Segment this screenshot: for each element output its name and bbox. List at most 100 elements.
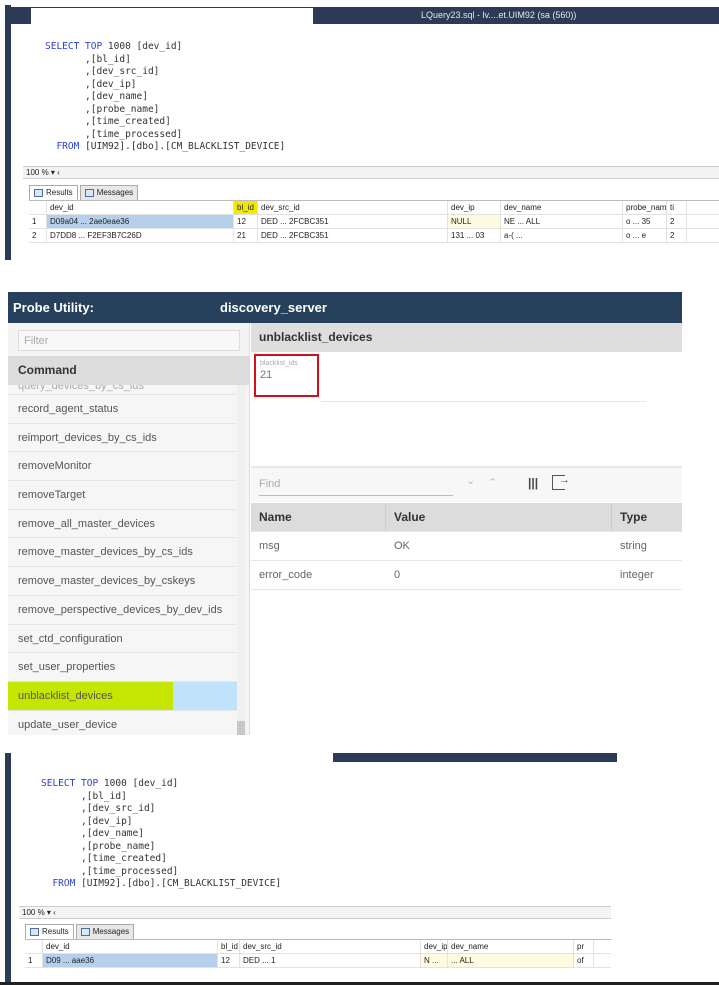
query-tab-title-bar bbox=[333, 753, 617, 762]
result-cell: 0 bbox=[394, 569, 401, 581]
table-row[interactable]: error_code 0 integer bbox=[251, 561, 682, 590]
column-header[interactable] bbox=[29, 201, 47, 214]
command-list: query_devices_by_cs_ids record_agent_stat… bbox=[8, 385, 238, 735]
zoom-select[interactable]: 100 % bbox=[19, 908, 45, 917]
command-item-set_user_properties[interactable]: set_user_properties bbox=[8, 653, 238, 682]
grid-cell[interactable]: 131 ... 03 bbox=[448, 229, 501, 242]
sql-editor[interactable]: SELECT TOP 1000 [dev_id] ,[bl_id] ,[dev_… bbox=[45, 41, 285, 154]
grid-cell[interactable]: o ... e bbox=[623, 229, 667, 242]
grid-cell[interactable]: D09 ... aae36 bbox=[43, 954, 218, 967]
table-row[interactable]: 1 D09a04 ... 2ae0eae36 12 DED ... 2FCBC351 N… bbox=[29, 215, 719, 229]
result-cell: string bbox=[620, 540, 647, 552]
grid-cell[interactable]: 12 bbox=[234, 215, 258, 228]
tab-messages[interactable]: Messages bbox=[79, 185, 139, 200]
column-header[interactable]: Type bbox=[612, 503, 647, 531]
column-header[interactable]: dev_ip bbox=[421, 940, 448, 953]
result-cell: error_code bbox=[259, 569, 313, 581]
command-item-removeMonitor[interactable]: removeMonitor bbox=[8, 452, 238, 482]
zoom-bar: 100 % ▾ ‹ bbox=[19, 906, 611, 919]
blacklist-ids-field[interactable]: blacklist_ids 21 bbox=[254, 354, 319, 397]
command-item-remove_all_master_devices[interactable]: remove_all_master_devices bbox=[8, 509, 238, 539]
tab-results[interactable]: Results bbox=[25, 924, 74, 939]
grid-cell[interactable]: DED ... 1 bbox=[240, 954, 421, 967]
code-line: ,[bl_id] bbox=[45, 54, 285, 67]
tab-results[interactable]: Results bbox=[29, 185, 78, 200]
grid-cell[interactable]: a-( ... bbox=[501, 229, 623, 242]
sql-text: ,[dev_src_id] bbox=[85, 66, 160, 77]
command-item-unblacklist_devices[interactable]: unblacklist_devices bbox=[8, 681, 238, 711]
sql-text: ,[dev_name] bbox=[81, 828, 144, 839]
column-header[interactable] bbox=[25, 940, 43, 953]
command-item-record_agent_status[interactable]: record_agent_status bbox=[8, 395, 238, 424]
column-header[interactable]: bl_id bbox=[234, 201, 258, 214]
grid-cell[interactable]: ... ALL bbox=[448, 954, 574, 967]
column-header[interactable]: dev_id bbox=[43, 940, 218, 953]
result-tabs: Results Messages bbox=[25, 924, 135, 939]
probe-utility-window: Probe Utility: discovery_server Filter C… bbox=[8, 292, 682, 735]
column-header[interactable]: pr bbox=[574, 940, 594, 953]
code-line: ,[dev_name] bbox=[41, 828, 281, 841]
filter-input[interactable]: Filter bbox=[18, 330, 240, 351]
scrollbar-thumb[interactable] bbox=[237, 721, 245, 735]
table-row[interactable]: 1 D09 ... aae36 12 DED ... 1N ...... ALL of bbox=[25, 954, 611, 968]
chevron-down-icon[interactable]: ⌄ bbox=[466, 474, 475, 487]
command-item-remove_master_devices_by_cs_ids[interactable]: remove_master_devices_by_cs_ids bbox=[8, 538, 238, 568]
code-line: ,[time_created] bbox=[41, 853, 281, 866]
column-header[interactable]: dev_src_id bbox=[258, 201, 448, 214]
columns-icon[interactable]: ||| bbox=[528, 476, 538, 490]
column-header[interactable]: bl_id bbox=[218, 940, 240, 953]
column-header[interactable]: Value bbox=[386, 503, 612, 531]
scrollbar[interactable] bbox=[237, 385, 245, 735]
column-header[interactable]: dev_id bbox=[47, 201, 234, 214]
code-line: ,[time_processed] bbox=[45, 129, 285, 142]
command-item[interactable]: query_devices_by_cs_ids bbox=[8, 385, 238, 395]
chevron-up-icon[interactable]: ⌃ bbox=[488, 476, 497, 489]
command-header: Command bbox=[8, 356, 250, 385]
command-panel: unblacklist_devices blacklist_ids 21 Fin… bbox=[251, 323, 682, 735]
command-item-remove_master_devices_by_cskeys[interactable]: remove_master_devices_by_cskeys bbox=[8, 567, 238, 596]
zoom-bar: 100 % ▾ ‹ bbox=[23, 166, 719, 179]
grid-cell[interactable]: NULL bbox=[448, 215, 501, 228]
grid-cell[interactable]: D7DD8 ... F2EF3B7C26D bbox=[47, 229, 234, 242]
column-header[interactable]: dev_ip bbox=[448, 201, 501, 214]
sql-text: ,[time_created] bbox=[85, 116, 171, 127]
param-value[interactable]: 21 bbox=[256, 367, 317, 381]
zoom-select[interactable]: 100 % bbox=[23, 168, 49, 177]
grid-cell[interactable]: 2 bbox=[667, 229, 687, 242]
grid-cell[interactable]: 2 bbox=[29, 229, 47, 242]
grid-cell[interactable]: 12 bbox=[218, 954, 240, 967]
grid-cell[interactable]: 21 bbox=[234, 229, 258, 242]
sql-keyword: SELECT TOP bbox=[41, 778, 99, 789]
grid-cell[interactable]: N ... bbox=[421, 954, 448, 967]
column-header[interactable]: dev_name bbox=[448, 940, 574, 953]
grid-cell[interactable]: 1 bbox=[25, 954, 43, 967]
grid-cell[interactable]: of bbox=[574, 954, 594, 967]
table-row[interactable]: 2 D7DD8 ... F2EF3B7C26D 21 DED ... 2FCBC351… bbox=[29, 229, 719, 243]
column-header[interactable]: dev_name bbox=[501, 201, 623, 214]
sql-text: ,[time_processed] bbox=[81, 865, 179, 877]
command-item-remove_perspective_devices_by_dev_ids[interactable]: remove_perspective_devices_by_dev_ids bbox=[8, 595, 238, 625]
grid-cell[interactable]: DED ... 2FCBC351 bbox=[258, 229, 448, 242]
code-line: ,[dev_name] bbox=[45, 91, 285, 104]
sql-editor[interactable]: SELECT TOP 1000 [dev_id] ,[bl_id] ,[dev_… bbox=[41, 778, 281, 891]
command-item-update_user_device[interactable]: update_user_device bbox=[8, 710, 238, 735]
grid-cell[interactable]: D09a04 ... 2ae0eae36 bbox=[47, 215, 234, 228]
grid-cell[interactable]: DED ... 2FCBC351 bbox=[258, 215, 448, 228]
probe-utility-header: Probe Utility: discovery_server bbox=[8, 292, 682, 323]
column-header[interactable]: dev_src_id bbox=[240, 940, 421, 953]
find-input[interactable]: Find bbox=[259, 478, 453, 496]
column-header[interactable]: ti bbox=[667, 201, 687, 214]
command-item-set_ctd_configuration[interactable]: set_ctd_configuration bbox=[8, 624, 238, 654]
tab-messages[interactable]: Messages bbox=[75, 924, 135, 939]
table-row[interactable]: msg OK string bbox=[251, 532, 682, 561]
top-query-window: LQuery23.sql - lv....et.UIM92 (sa (560))… bbox=[5, 5, 719, 260]
grid-cell[interactable]: 2 bbox=[667, 215, 687, 228]
command-label: remove_all_master_devices bbox=[18, 517, 155, 530]
grid-cell[interactable]: o ... 35 bbox=[623, 215, 667, 228]
command-item-removeTarget[interactable]: removeTarget bbox=[8, 481, 238, 510]
column-header[interactable]: Name bbox=[251, 503, 386, 531]
command-item-reimport_devices_by_cs_ids[interactable]: reimport_devices_by_cs_ids bbox=[8, 423, 238, 453]
grid-cell[interactable]: 1 bbox=[29, 215, 47, 228]
column-header[interactable]: probe_name bbox=[623, 201, 667, 214]
grid-cell[interactable]: NE ... ALL bbox=[501, 215, 623, 228]
